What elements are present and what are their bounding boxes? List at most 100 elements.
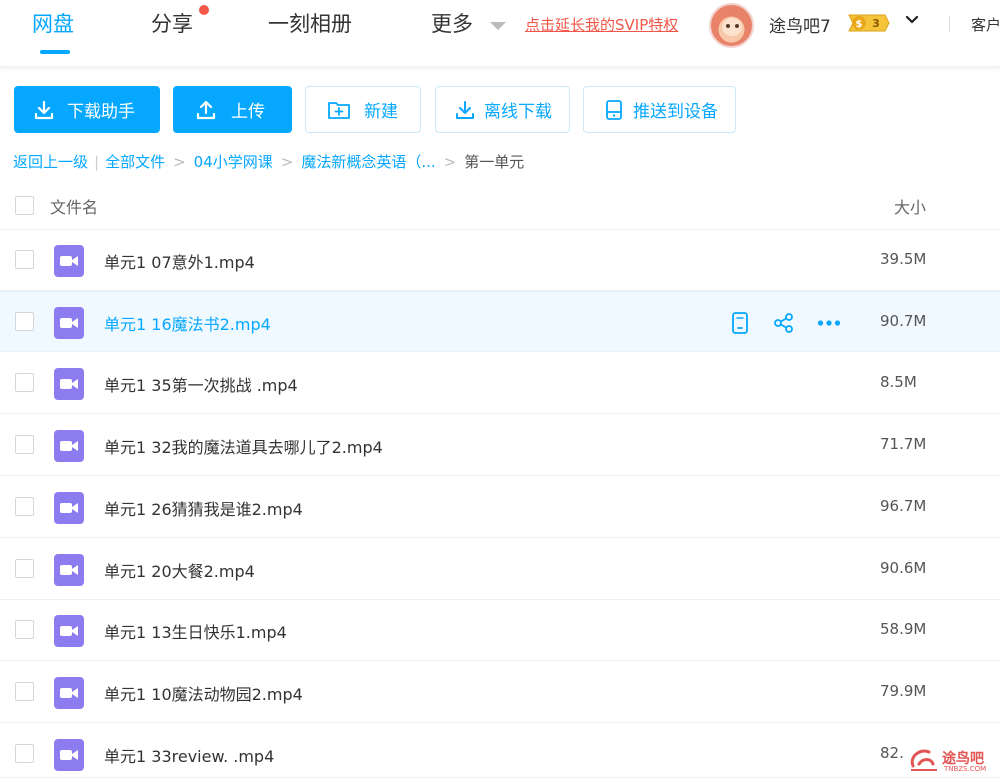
push-to-device-icon[interactable] (728, 311, 752, 335)
avatar-face (722, 18, 742, 36)
file-size: 58.9M (880, 620, 927, 638)
video-file-icon (54, 307, 84, 339)
row-checkbox[interactable] (15, 312, 34, 331)
new-folder-icon (328, 101, 350, 119)
column-header-size[interactable]: 大小 (894, 194, 926, 218)
username[interactable]: 途鸟吧7 (769, 12, 831, 37)
row-checkbox[interactable] (15, 435, 34, 454)
column-header-name[interactable]: 文件名 (50, 194, 98, 218)
nav-tab-album[interactable]: 一刻相册 (268, 8, 352, 38)
breadcrumb: 返回上一级 | 全部文件 > 04小学网课 > 魔法新概念英语（... > 第一… (13, 151, 524, 172)
row-checkbox[interactable] (15, 250, 34, 269)
file-name[interactable]: 单元1 32我的魔法道具去哪儿了2.mp4 (104, 434, 383, 458)
video-file-icon (54, 492, 84, 524)
row-checkbox[interactable] (15, 373, 34, 392)
table-row[interactable]: 单元1 10魔法动物园2.mp4 79.9M (0, 662, 1000, 723)
breadcrumb-level2[interactable]: 魔法新概念英语（... (301, 151, 435, 172)
upload-button[interactable]: 上传 (173, 86, 292, 133)
new-folder-label: 新建 (364, 102, 398, 122)
notification-dot (199, 5, 209, 15)
file-name[interactable]: 单元1 33review. .mp4 (104, 743, 274, 767)
client-download-link[interactable]: 客户 (971, 14, 1000, 35)
new-folder-button[interactable]: 新建 (305, 86, 421, 133)
file-size: 71.7M (880, 435, 927, 453)
row-checkbox[interactable] (15, 620, 34, 639)
video-file-icon (54, 554, 84, 586)
nav-tab-more[interactable]: 更多 (431, 8, 473, 38)
avatar-eye (735, 24, 739, 28)
file-size: 79.9M (880, 682, 927, 700)
caret-down-icon[interactable] (490, 22, 506, 30)
table-row[interactable]: 单元1 33review. .mp4 82. (0, 724, 1000, 778)
download-helper-button[interactable]: 下载助手 (14, 86, 160, 133)
row-checkbox[interactable] (15, 682, 34, 701)
video-file-icon (54, 430, 84, 462)
file-size: 96.7M (880, 497, 927, 515)
watermark-subtext: TNBZS.COM (944, 765, 987, 773)
divider (949, 16, 950, 32)
file-name[interactable]: 单元1 10魔法动物园2.mp4 (104, 681, 303, 705)
file-size: 39.5M (880, 250, 927, 268)
row-actions (728, 311, 842, 335)
svip-promo-link[interactable]: 点击延长我的SVIP特权 (525, 14, 678, 35)
breadcrumb-all-files[interactable]: 全部文件 (105, 151, 165, 172)
file-name[interactable]: 单元1 26猜猜我是谁2.mp4 (104, 496, 303, 520)
active-tab-indicator (40, 50, 70, 54)
file-name[interactable]: 单元1 13生日快乐1.mp4 (104, 619, 287, 643)
breadcrumb-separator: > (443, 152, 457, 171)
vip-badge-icon: $ 3 (848, 14, 890, 32)
avatar[interactable] (709, 3, 754, 48)
breadcrumb-level1[interactable]: 04小学网课 (194, 151, 273, 172)
video-file-icon (54, 368, 84, 400)
chevron-down-icon[interactable] (904, 12, 920, 28)
video-file-icon (54, 245, 84, 277)
table-row[interactable]: 单元1 20大餐2.mp4 90.6M (0, 539, 1000, 600)
file-size: 82. (880, 744, 904, 762)
video-file-icon (54, 739, 84, 771)
more-options-icon[interactable] (816, 311, 842, 335)
table-row[interactable]: 单元1 16魔法书2.mp4 90.7M (0, 291, 1000, 352)
table-row[interactable]: 单元1 35第一次挑战 .mp4 8.5M (0, 353, 1000, 414)
download-icon (34, 100, 54, 119)
table-header: 文件名 大小 (0, 180, 1000, 230)
table-row[interactable]: 单元1 26猜猜我是谁2.mp4 96.7M (0, 477, 1000, 538)
download-helper-label: 下载助手 (67, 102, 135, 122)
download-icon (456, 100, 474, 119)
row-checkbox[interactable] (15, 559, 34, 578)
file-size: 90.7M (880, 312, 927, 330)
upload-label: 上传 (231, 102, 265, 122)
table-row[interactable]: 单元1 13生日快乐1.mp4 58.9M (0, 600, 1000, 661)
file-name[interactable]: 单元1 20大餐2.mp4 (104, 558, 255, 582)
breadcrumb-back[interactable]: 返回上一级 (13, 151, 88, 172)
top-navigation: 网盘 分享 一刻相册 更多 点击延长我的SVIP特权 途鸟吧7 $ 3 客户 (0, 0, 1000, 67)
video-file-icon (54, 677, 84, 709)
file-name[interactable]: 单元1 35第一次挑战 .mp4 (104, 372, 298, 396)
table-row[interactable]: 单元1 32我的魔法道具去哪儿了2.mp4 71.7M (0, 415, 1000, 476)
offline-download-button[interactable]: 离线下载 (435, 86, 570, 133)
upload-icon (196, 100, 216, 119)
nav-tab-netdisk[interactable]: 网盘 (32, 8, 74, 38)
offline-download-label: 离线下载 (484, 102, 552, 122)
breadcrumb-divider: | (94, 152, 100, 171)
row-checkbox[interactable] (15, 497, 34, 516)
breadcrumb-separator: > (173, 152, 186, 171)
watermark-logo-icon (910, 749, 937, 771)
share-icon[interactable] (772, 311, 796, 335)
push-to-device-label: 推送到设备 (633, 102, 718, 122)
breadcrumb-current: 第一单元 (464, 153, 525, 171)
svg-text:$: $ (856, 19, 863, 30)
avatar-eye (726, 24, 730, 28)
file-size: 90.6M (880, 559, 927, 577)
file-size: 8.5M (880, 373, 917, 391)
vip-level: 3 (872, 17, 880, 30)
select-all-checkbox[interactable] (15, 196, 34, 215)
device-icon (606, 99, 622, 120)
file-name[interactable]: 单元1 07意外1.mp4 (104, 249, 255, 273)
breadcrumb-separator: > (280, 152, 294, 171)
site-watermark: 途鸟吧 TNBZS.COM (905, 745, 997, 775)
nav-tab-share[interactable]: 分享 (151, 8, 193, 38)
file-name[interactable]: 单元1 16魔法书2.mp4 (104, 311, 271, 335)
row-checkbox[interactable] (15, 744, 34, 763)
table-row[interactable]: 单元1 07意外1.mp4 39.5M (0, 230, 1000, 291)
push-to-device-button[interactable]: 推送到设备 (583, 86, 736, 133)
